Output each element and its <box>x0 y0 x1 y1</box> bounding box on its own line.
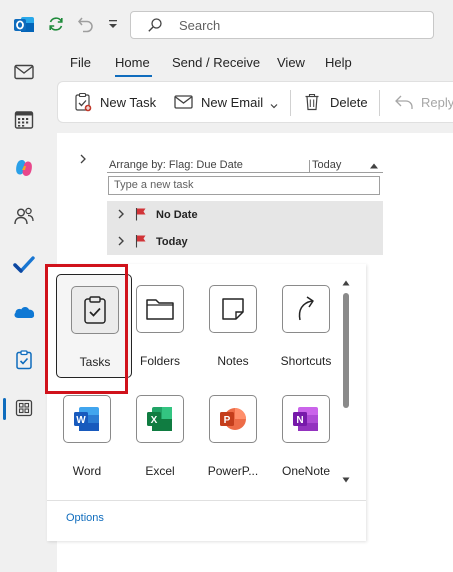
excel-icon: X <box>136 395 184 443</box>
app-label: Shortcuts <box>280 354 332 368</box>
app-tile-folders[interactable]: Folders <box>122 274 198 378</box>
delete-label: Delete <box>330 94 368 110</box>
new-email-icon <box>174 94 194 110</box>
group-label: Today <box>156 236 188 248</box>
tab-send-receive[interactable]: Send / Receive <box>172 55 260 70</box>
app-tile-shortcuts[interactable]: Shortcuts <box>268 274 344 378</box>
chevron-right-icon[interactable] <box>117 209 125 219</box>
new-email-dropdown-icon[interactable] <box>270 98 278 109</box>
nav-people-icon[interactable] <box>8 200 40 232</box>
new-task-button[interactable]: New Task <box>74 82 156 122</box>
word-icon: W <box>63 395 111 443</box>
app-tile-onenote[interactable]: N OneNote <box>268 384 344 488</box>
reply-icon <box>394 94 414 110</box>
app-label: OneNote <box>281 464 331 478</box>
new-task-label: New Task <box>100 94 157 110</box>
red-flag-icon <box>135 234 147 248</box>
sync-icon[interactable] <box>46 14 66 34</box>
highlight-box <box>45 264 128 394</box>
onenote-icon: N <box>282 395 330 443</box>
powerpoint-icon: P <box>209 395 257 443</box>
arrange-by-label: Arrange by: Flag: Due Date <box>109 159 243 171</box>
scroll-down-arrow-icon[interactable] <box>342 473 350 483</box>
nav-tasks-icon[interactable] <box>8 344 40 376</box>
svg-text:P: P <box>224 415 231 426</box>
sort-arrow-icon[interactable] <box>369 161 379 169</box>
app-label: Excel <box>145 464 175 478</box>
ribbon-toolbar: New Task New Email Delete Reply <box>57 81 453 123</box>
tab-home-underline <box>115 75 152 77</box>
trash-icon <box>304 93 320 111</box>
app-tile-excel[interactable]: X Excel <box>122 384 198 488</box>
tab-file[interactable]: File <box>70 55 91 70</box>
nav-copilot-icon[interactable] <box>8 152 40 184</box>
red-flag-icon <box>135 207 147 221</box>
delete-button[interactable]: Delete <box>304 82 368 122</box>
app-tile-notes[interactable]: Notes <box>195 274 271 378</box>
group-row-no-date[interactable]: No Date <box>107 201 383 228</box>
app-tile-word[interactable]: W Word <box>49 384 125 488</box>
reply-label: Reply <box>421 94 453 110</box>
search-icon <box>147 17 163 33</box>
new-task-placeholder: Type a new task <box>114 179 194 191</box>
quick-access-dropdown-icon[interactable] <box>106 16 120 32</box>
group-label: No Date <box>156 209 198 221</box>
new-task-input[interactable]: Type a new task <box>108 176 380 195</box>
options-link[interactable]: Options <box>66 512 104 524</box>
app-label: Notes <box>217 354 249 368</box>
sort-column-label[interactable]: Today <box>312 159 341 171</box>
notes-icon <box>209 285 257 333</box>
svg-text:N: N <box>296 415 303 426</box>
folder-icon <box>136 285 184 333</box>
launcher-divider <box>47 500 366 501</box>
chevron-right-icon[interactable] <box>117 236 125 246</box>
shortcut-icon <box>282 285 330 333</box>
app-label: PowerP... <box>207 464 259 478</box>
nav-more-apps-icon[interactable] <box>8 392 40 424</box>
scroll-up-arrow-icon[interactable] <box>342 276 350 286</box>
tab-help[interactable]: Help <box>325 55 352 70</box>
title-bar: Search <box>0 0 453 50</box>
search-placeholder: Search <box>179 18 221 33</box>
navigation-rail <box>0 50 48 572</box>
undo-icon[interactable] <box>76 14 96 34</box>
tab-view[interactable]: View <box>277 55 305 70</box>
ribbon-separator <box>379 90 380 116</box>
app-label: Word <box>72 464 102 478</box>
app-label: Folders <box>139 354 180 368</box>
app-tile-powerpoint[interactable]: P PowerP... <box>195 384 271 488</box>
group-row-today[interactable]: Today <box>107 228 383 255</box>
expand-pane-chevron-icon[interactable] <box>78 153 88 165</box>
new-email-label: New Email <box>201 94 264 110</box>
search-input[interactable]: Search <box>130 11 434 39</box>
scrollbar-thumb[interactable] <box>343 293 349 408</box>
new-email-button[interactable]: New Email <box>174 82 278 122</box>
nav-active-indicator <box>3 398 6 420</box>
svg-text:W: W <box>76 415 86 426</box>
nav-todo-icon[interactable] <box>8 248 40 280</box>
outlook-logo-icon <box>13 14 35 36</box>
nav-onedrive-icon[interactable] <box>8 296 40 328</box>
ribbon-separator <box>290 90 291 116</box>
nav-calendar-icon[interactable] <box>8 104 40 136</box>
nav-mail-icon[interactable] <box>8 56 40 88</box>
svg-text:X: X <box>151 415 158 426</box>
column-divider <box>309 160 310 172</box>
arrange-by-header[interactable]: Arrange by: Flag: Due Date Today <box>107 159 383 173</box>
new-task-icon <box>74 92 92 112</box>
tab-home[interactable]: Home <box>115 55 150 70</box>
reply-button[interactable]: Reply <box>394 82 453 122</box>
